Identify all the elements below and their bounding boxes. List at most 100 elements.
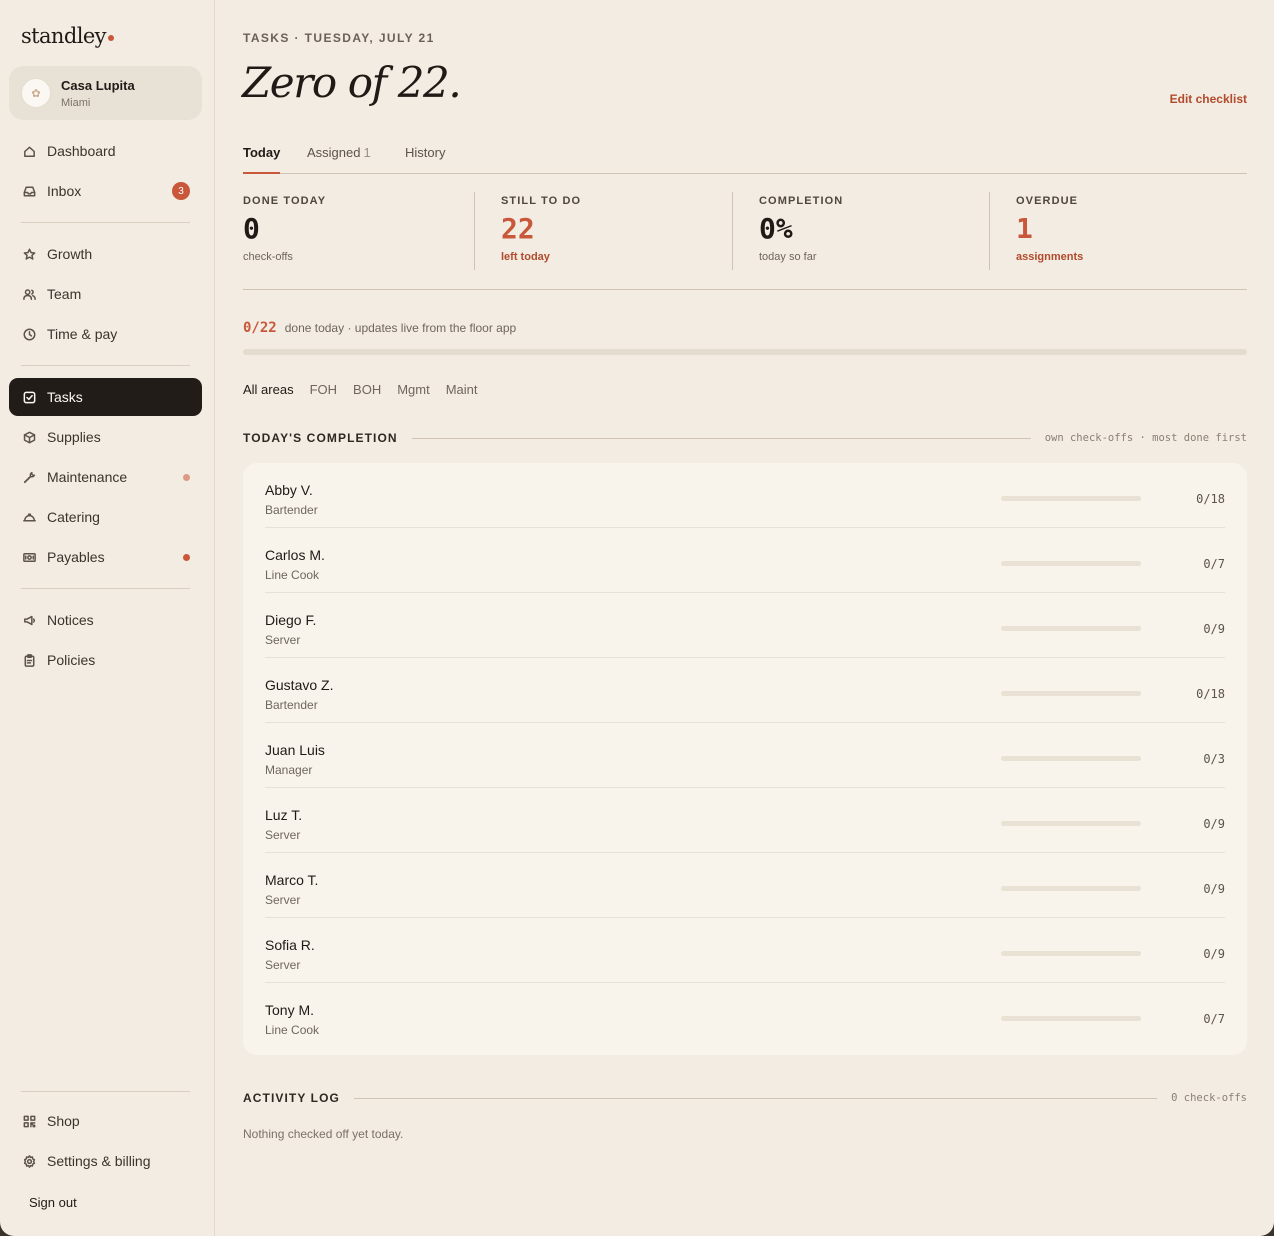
tab-today[interactable]: Today [243,145,281,174]
tab-label: History [405,145,446,160]
staff-name: Juan Luis [265,742,325,758]
checkbox-icon [21,389,37,405]
sidebar-item-inbox[interactable]: Inbox 3 [9,172,202,210]
tab-history[interactable]: History [405,145,445,160]
staff-completion-row[interactable]: Sofia R. Server 0/9 [265,918,1225,983]
area-filter-boh[interactable]: BOH [353,382,381,397]
area-filter-mgmt[interactable]: Mgmt [397,382,430,397]
sidebar-item-growth[interactable]: Growth [9,235,202,273]
staff-role: Server [265,633,301,647]
stat-value: 1 [1016,212,1033,245]
staff-completion-row[interactable]: Carlos M. Line Cook 0/7 [265,528,1225,593]
staff-name: Gustavo Z. [265,677,334,693]
stat-label: COMPLETION [759,195,844,207]
staff-role: Bartender [265,698,318,712]
staff-completion-row[interactable]: Gustavo Z. Bartender 0/18 [265,658,1225,723]
tab-label: Today [243,145,281,160]
staff-progress-bar [1001,691,1141,696]
progress-summary: 0/22 done today · updates live from the f… [243,320,516,336]
stat-label: DONE TODAY [243,195,327,207]
stat-divider [989,192,990,270]
staff-count: 0/7 [1203,557,1225,571]
home-icon [21,143,37,159]
brand-logo[interactable]: standley [21,24,114,48]
sidebar-item-maintenance[interactable]: Maintenance [9,458,202,496]
status-dot [183,474,190,481]
sidebar-item-supplies[interactable]: Supplies [9,418,202,456]
staff-progress-bar [1001,756,1141,761]
sidebar-item-tasks[interactable]: Tasks [9,378,202,416]
staff-completion-row[interactable]: Marco T. Server 0/9 [265,853,1225,918]
sidebar-item-label: Time & pay [47,326,118,342]
stat-overdue[interactable]: OVERDUE 1 assignments [1016,192,1083,270]
stats-row: DONE TODAY 0 check-offs STILL TO DO 22 l… [243,192,1247,290]
section-rule [353,1097,1158,1099]
cloche-icon [21,509,37,525]
sidebar-item-catering[interactable]: Catering [9,498,202,536]
staff-progress-bar [1001,1016,1141,1021]
stat-sub: check-offs [243,251,293,263]
sidebar-item-time-pay[interactable]: Time & pay [9,315,202,353]
staff-completion-row[interactable]: Diego F. Server 0/9 [265,593,1225,658]
sidebar-item-dashboard[interactable]: Dashboard [9,132,202,170]
stat-divider [732,192,733,270]
activity-empty-state: Nothing checked off yet today. [243,1127,404,1141]
sidebar-item-label: Tasks [47,389,83,405]
staff-name: Abby V. [265,482,313,498]
completion-list: Abby V. Bartender 0/18 Carlos M. Line Cook 0/… [243,463,1247,1055]
sign-out-link[interactable]: Sign out [29,1195,77,1210]
staff-name: Carlos M. [265,547,325,563]
stat-sub: left today [501,251,550,263]
section-title: ACTIVITY LOG [243,1091,340,1105]
section-rule [411,437,1031,439]
staff-count: 0/7 [1203,1012,1225,1026]
sidebar-item-notices[interactable]: Notices [9,601,202,639]
staff-role: Server [265,893,301,907]
wrench-icon [21,469,37,485]
venue-logo-icon: ✿ [21,78,51,108]
sidebar-item-policies[interactable]: Policies [9,641,202,679]
sidebar-item-label: Supplies [47,429,101,445]
sidebar-item-team[interactable]: Team [9,275,202,313]
staff-count: 0/9 [1203,882,1225,896]
stat-label: OVERDUE [1016,195,1079,207]
staff-count: 0/9 [1203,622,1225,636]
edit-checklist-link[interactable]: Edit checklist [1170,92,1247,106]
clipboard-icon [21,652,37,668]
nav-divider [21,1091,190,1092]
sidebar-item-shop[interactable]: Shop [9,1102,202,1140]
staff-progress-bar [1001,821,1141,826]
stat-sub: today so far [759,251,817,263]
progress-fraction: 0/22 [243,320,277,336]
sidebar: standley ✿ Casa Lupita Miami Dashboard In… [0,0,215,1236]
staff-count: 0/18 [1196,492,1225,506]
users-icon [21,286,37,302]
staff-completion-row[interactable]: Juan Luis Manager 0/3 [265,723,1225,788]
tab-assigned[interactable]: Assigned 1 [307,145,371,160]
staff-completion-row[interactable]: Luz T. Server 0/9 [265,788,1225,853]
area-filter-foh[interactable]: FOH [310,382,337,397]
sidebar-item-label: Policies [47,652,96,668]
sidebar-item-label: Maintenance [47,469,128,485]
staff-completion-row[interactable]: Abby V. Bartender 0/18 [265,463,1225,528]
venue-city: Miami [61,96,91,109]
staff-completion-row[interactable]: Tony M. Line Cook 0/7 [265,983,1225,1048]
venue-switcher[interactable]: ✿ Casa Lupita Miami [9,66,202,120]
area-filter: All areas FOH BOH Mgmt Maint [243,382,478,397]
staff-name: Diego F. [265,612,317,628]
staff-role: Line Cook [265,568,320,582]
staff-name: Tony M. [265,1002,315,1018]
clock-icon [21,326,37,342]
sidebar-item-payables[interactable]: Payables [9,538,202,576]
area-filter-maint[interactable]: Maint [446,382,478,397]
sidebar-item-settings-billing[interactable]: Settings & billing [9,1142,202,1180]
staff-progress-bar [1001,886,1141,891]
tab-bar: Today Assigned 1 History [243,144,1247,174]
sidebar-item-label: Settings & billing [47,1153,151,1169]
cash-icon [21,549,37,565]
unread-badge: 3 [172,182,190,200]
page-kicker: TASKS · TUESDAY, JULY 21 [243,31,435,45]
star-icon [21,246,37,262]
section-note: own check-offs · most done first [1044,432,1247,444]
area-filter-all[interactable]: All areas [243,382,294,397]
